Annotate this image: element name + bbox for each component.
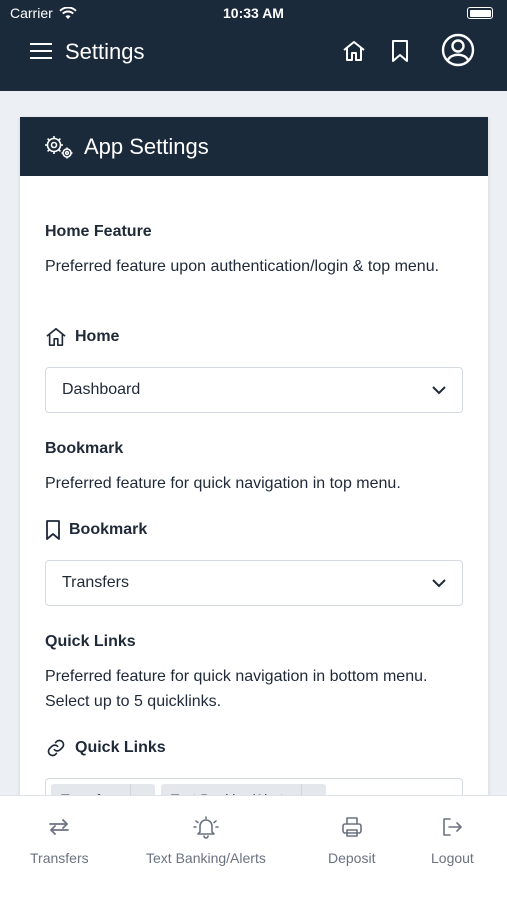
status-time: 10:33 AM bbox=[223, 5, 284, 21]
tab-logout[interactable]: Logout bbox=[431, 816, 474, 866]
home-button[interactable] bbox=[339, 36, 369, 66]
bookmark-description: Preferred feature for quick navigation i… bbox=[45, 475, 401, 492]
quick-links-label-text: Quick Links bbox=[75, 739, 166, 756]
top-app-bar: Carrier 10:33 AM Settings bbox=[0, 0, 507, 91]
bookmark-field-label: Bookmark bbox=[45, 520, 147, 540]
link-icon bbox=[47, 739, 65, 757]
home-icon bbox=[46, 328, 66, 346]
bell-icon bbox=[193, 816, 219, 839]
card-title: App Settings bbox=[84, 133, 209, 159]
printer-icon bbox=[341, 817, 362, 837]
quick-links-field-label: Quick Links bbox=[45, 738, 166, 758]
bookmark-heading: Bookmark bbox=[45, 440, 124, 457]
menu-icon bbox=[30, 43, 52, 59]
tab-label: Deposit bbox=[328, 850, 376, 866]
bookmark-icon bbox=[392, 40, 408, 62]
profile-button[interactable] bbox=[440, 32, 476, 68]
bookmark-select[interactable]: Transfers bbox=[45, 560, 463, 606]
home-icon bbox=[343, 41, 365, 61]
menu-button[interactable] bbox=[28, 38, 54, 64]
chevron-down-icon bbox=[432, 578, 446, 587]
quick-links-description: Preferred feature for quick navigation i… bbox=[45, 668, 428, 710]
card-header: App Settings bbox=[20, 117, 488, 176]
bookmark-icon bbox=[46, 520, 60, 540]
home-feature-description: Preferred feature upon authentication/lo… bbox=[45, 258, 440, 275]
status-bar: Carrier 10:33 AM bbox=[0, 0, 507, 28]
tab-label: Logout bbox=[431, 850, 474, 866]
home-feature-select[interactable]: Dashboard bbox=[45, 367, 463, 413]
profile-icon bbox=[441, 33, 475, 67]
gears-icon bbox=[45, 135, 73, 158]
bookmark-button[interactable] bbox=[385, 36, 415, 66]
tab-text-banking-alerts[interactable]: Text Banking/Alerts bbox=[146, 816, 266, 866]
page-title: Settings bbox=[65, 39, 145, 64]
bookmark-label-text: Bookmark bbox=[69, 521, 148, 538]
bookmark-value: Transfers bbox=[62, 574, 129, 591]
home-feature-value: Dashboard bbox=[62, 381, 141, 398]
quick-links-heading: Quick Links bbox=[45, 633, 136, 650]
battery-icon bbox=[467, 7, 493, 19]
app-settings-card: App Settings Home Feature Preferred feat… bbox=[20, 117, 488, 828]
transfers-icon bbox=[49, 819, 70, 835]
tab-transfers[interactable]: Transfers bbox=[30, 816, 89, 866]
home-feature-heading: Home Feature bbox=[45, 223, 152, 240]
home-field-label: Home bbox=[45, 327, 119, 347]
bottom-nav: Transfers Text Banking/Alerts Deposit Lo… bbox=[0, 795, 507, 900]
tab-label: Text Banking/Alerts bbox=[146, 850, 266, 866]
tab-label: Transfers bbox=[30, 850, 89, 866]
home-label-text: Home bbox=[75, 328, 120, 345]
logout-icon bbox=[443, 818, 463, 836]
chevron-down-icon bbox=[432, 385, 446, 394]
tab-deposit[interactable]: Deposit bbox=[328, 816, 375, 866]
